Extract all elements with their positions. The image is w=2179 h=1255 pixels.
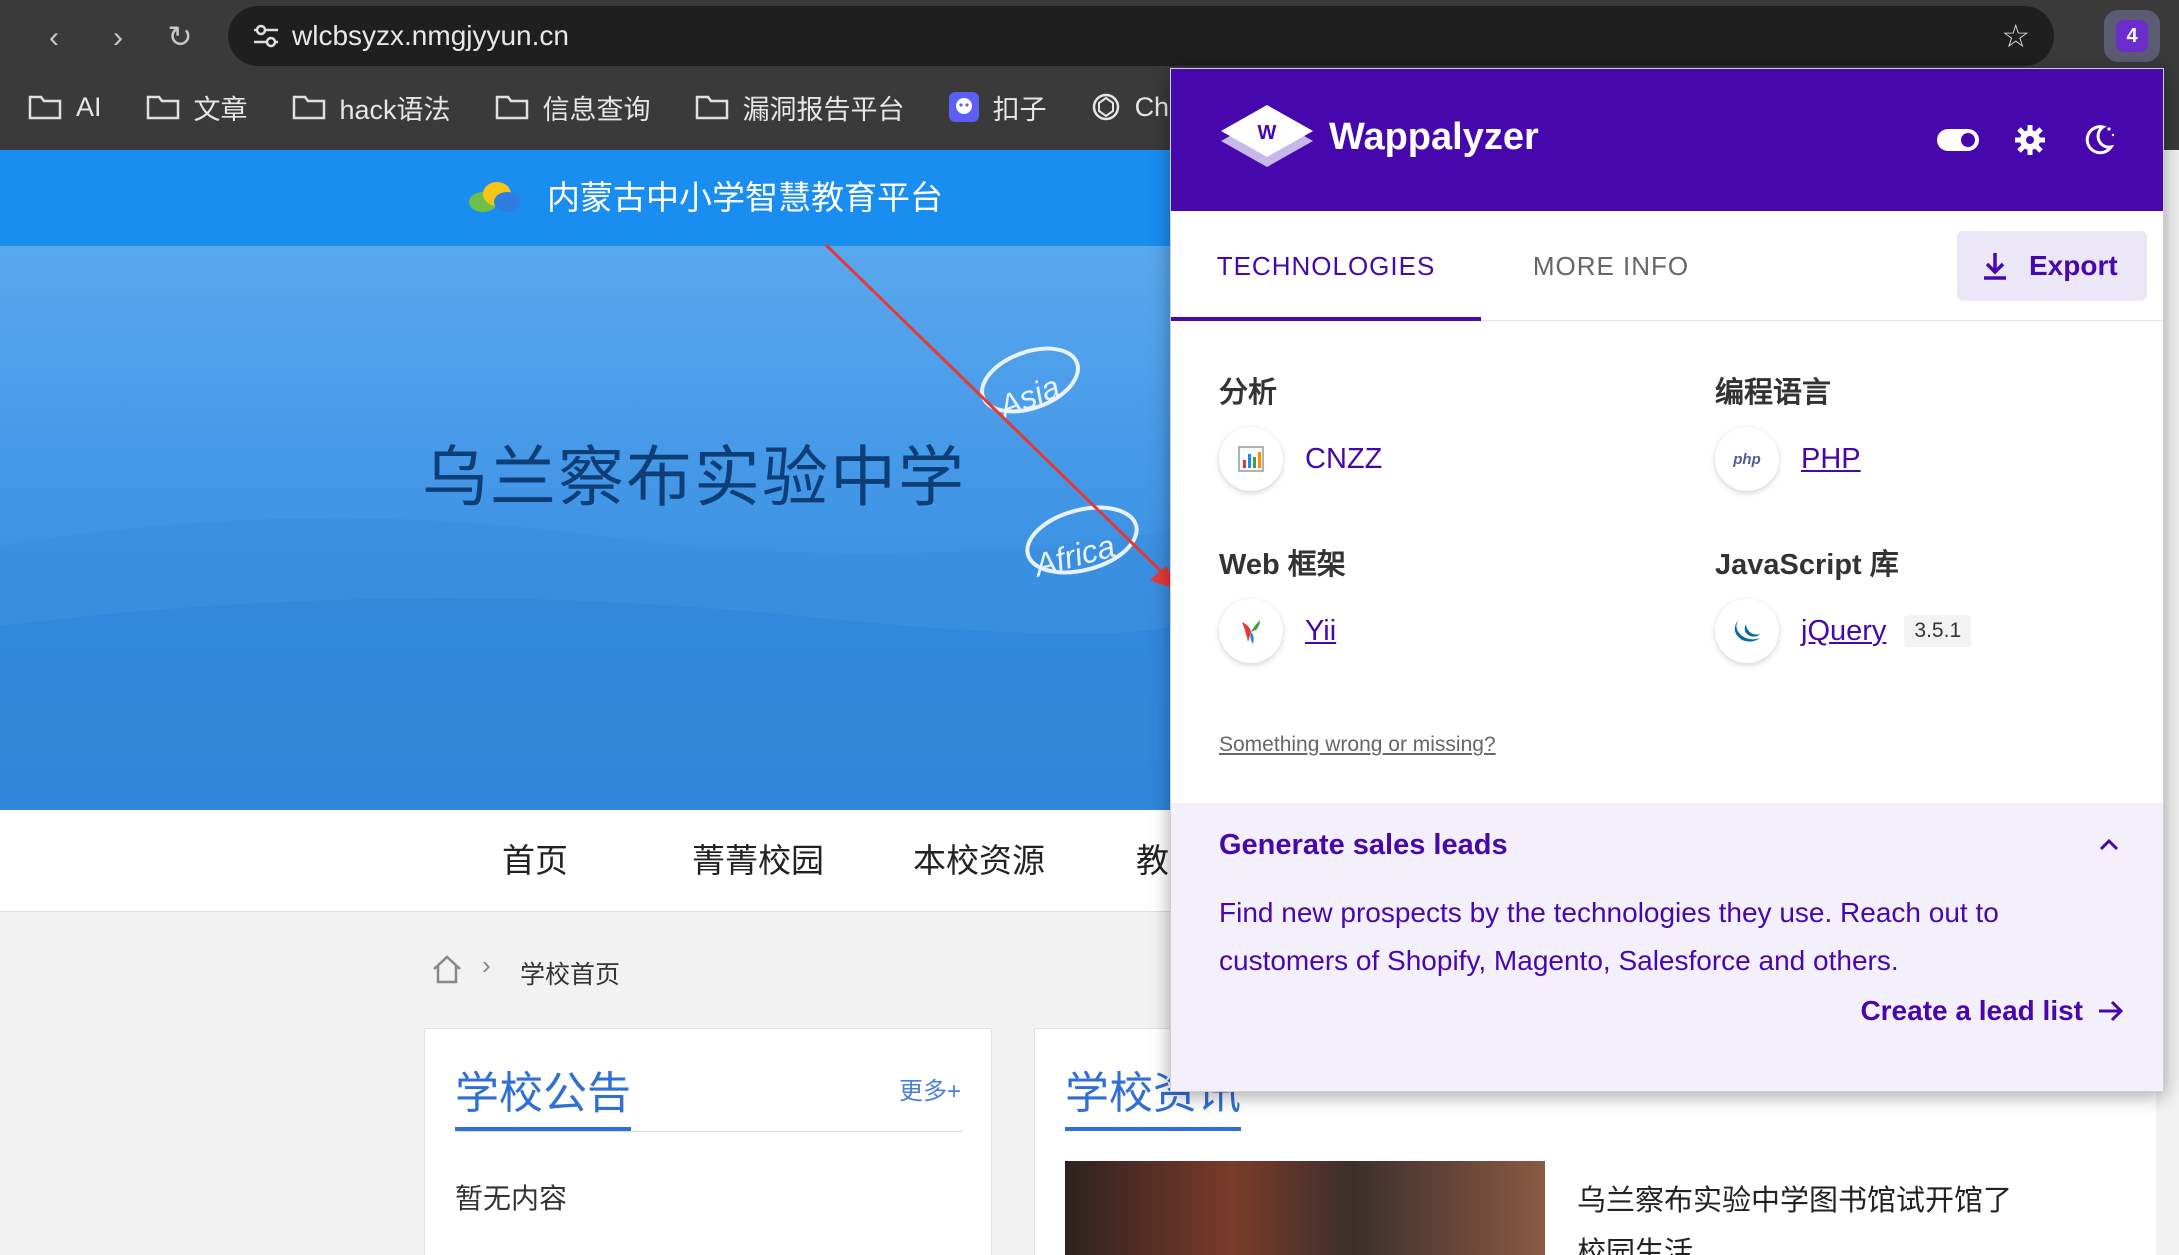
dark-mode-icon[interactable] bbox=[2081, 121, 2117, 157]
card-title-underline bbox=[455, 1127, 631, 1131]
tech-item-jquery[interactable]: jQuery 3.5.1 bbox=[1715, 599, 1972, 663]
breadcrumb-separator: › bbox=[482, 950, 491, 980]
hero-tag-asia: Asia bbox=[992, 368, 1065, 425]
wappalyzer-logo-icon: W bbox=[1221, 105, 1313, 167]
bookmark-label: 漏洞报告平台 bbox=[742, 94, 905, 125]
download-icon bbox=[1984, 253, 2006, 280]
tech-name[interactable]: Yii bbox=[1305, 615, 1336, 648]
notice-card-title: 学校公告 bbox=[455, 1069, 631, 1118]
arrow-right-icon bbox=[2099, 1000, 2124, 1022]
category-analytics: 分析 bbox=[1219, 377, 1278, 409]
cnzz-icon bbox=[1219, 427, 1283, 491]
url-text[interactable]: wlcbsyzx.nmgjyyun.cn bbox=[292, 6, 569, 66]
back-icon[interactable]: ‹ bbox=[30, 14, 78, 62]
bookmark-hack-syntax[interactable]: hack语法 bbox=[292, 88, 451, 127]
folder-icon bbox=[292, 95, 325, 120]
gear-icon[interactable] bbox=[2013, 123, 2047, 157]
school-name: 乌兰察布实验中学 bbox=[422, 440, 966, 514]
php-icon: php bbox=[1715, 427, 1779, 491]
card-title-underline bbox=[1065, 1127, 1241, 1131]
wappalyzer-brand: Wappalyzer bbox=[1329, 116, 1539, 158]
wappalyzer-tabs: TECHNOLOGIES MORE INFO Export bbox=[1171, 211, 2163, 321]
notice-more-link[interactable]: 更多+ bbox=[899, 1071, 961, 1106]
tech-name[interactable]: CNZZ bbox=[1305, 443, 1382, 476]
version-badge: 3.5.1 bbox=[1904, 615, 1972, 647]
news-photo[interactable] bbox=[1065, 1161, 1545, 1255]
tech-name[interactable]: PHP bbox=[1801, 443, 1861, 476]
nav-campus[interactable]: 菁菁校园 bbox=[692, 810, 824, 912]
news-headline[interactable]: 乌兰察布实验中学图书馆试开馆了 bbox=[1577, 1177, 2012, 1219]
reload-icon[interactable]: ↻ bbox=[156, 14, 204, 62]
tech-item-php[interactable]: php PHP bbox=[1715, 427, 1861, 491]
bookmark-articles[interactable]: 文章 bbox=[146, 88, 248, 127]
coze-icon bbox=[948, 92, 979, 122]
toggle-icon[interactable] bbox=[1937, 129, 1979, 151]
jquery-icon bbox=[1715, 599, 1779, 663]
card-divider bbox=[455, 1131, 963, 1132]
cta-label: Create a lead list bbox=[1860, 995, 2083, 1026]
category-programming-language: 编程语言 bbox=[1715, 377, 1832, 409]
bookmark-label: hack语法 bbox=[339, 94, 451, 125]
news-subline[interactable]: 校园生活 bbox=[1577, 1229, 1693, 1255]
platform-title[interactable]: 内蒙古中小学智慧教育平台 bbox=[547, 150, 943, 246]
breadcrumb[interactable]: 学校首页 bbox=[520, 955, 620, 991]
wappalyzer-header: W Wappalyzer bbox=[1171, 69, 2163, 211]
export-button[interactable]: Export bbox=[1957, 231, 2147, 301]
leads-description: Find new prospects by the technologies t… bbox=[1219, 897, 1999, 976]
tech-name[interactable]: jQuery bbox=[1801, 615, 1886, 648]
yii-icon bbox=[1219, 599, 1283, 663]
bookmarks-bar: AI 文章 hack语法 信息查询 漏洞报告平台 扣子 bbox=[0, 82, 1263, 132]
folder-icon bbox=[28, 95, 62, 120]
extension-count-badge: 4 bbox=[2116, 20, 2148, 52]
bookmark-label: 文章 bbox=[193, 94, 248, 125]
create-lead-list-button[interactable]: Create a lead list bbox=[1860, 995, 2125, 1027]
openai-icon bbox=[1092, 93, 1119, 121]
folder-icon bbox=[146, 95, 179, 120]
tech-item-cnzz[interactable]: CNZZ bbox=[1219, 427, 1382, 491]
tab-more-info[interactable]: MORE INFO bbox=[1481, 211, 1741, 321]
bookmark-ai[interactable]: AI bbox=[28, 92, 102, 123]
nav-resources[interactable]: 本校资源 bbox=[913, 810, 1045, 912]
wappalyzer-extension-button[interactable]: 4 bbox=[2104, 10, 2160, 62]
forward-icon[interactable]: › bbox=[94, 14, 142, 62]
bookmark-star-icon[interactable]: ☆ bbox=[2001, 16, 2030, 56]
leads-panel: Generate sales leads Find new prospects … bbox=[1171, 803, 2163, 1091]
report-link[interactable]: Something wrong or missing? bbox=[1219, 733, 1496, 757]
home-icon[interactable] bbox=[430, 952, 464, 986]
category-web-framework: Web 框架 bbox=[1219, 549, 1346, 581]
leads-title[interactable]: Generate sales leads bbox=[1219, 829, 1508, 862]
nav-home[interactable]: 首页 bbox=[502, 810, 568, 912]
category-javascript-library: JavaScript 库 bbox=[1715, 549, 1899, 581]
svg-text:php: php bbox=[1732, 451, 1761, 468]
folder-icon bbox=[695, 95, 728, 120]
tab-technologies[interactable]: TECHNOLOGIES bbox=[1171, 211, 1481, 321]
bookmark-info-lookup[interactable]: 信息查询 bbox=[495, 88, 651, 127]
folder-icon bbox=[495, 95, 528, 120]
platform-logo-icon bbox=[469, 182, 520, 212]
export-label: Export bbox=[2029, 250, 2118, 281]
chevron-up-icon[interactable] bbox=[2097, 833, 2121, 857]
notice-card: 学校公告 更多+ 暂无内容 bbox=[424, 1028, 992, 1255]
wappalyzer-popup: W Wappalyzer TECHNOLOGIES MORE INFO Expo… bbox=[1170, 68, 2164, 1092]
bookmark-coze[interactable]: 扣子 bbox=[948, 88, 1047, 127]
svg-text:W: W bbox=[1258, 122, 1277, 144]
address-bar[interactable]: wlcbsyzx.nmgjyyun.cn ☆ bbox=[228, 6, 2054, 66]
nav-teaching[interactable]: 教 bbox=[1136, 810, 1169, 912]
bookmark-label: AI bbox=[76, 91, 102, 122]
bookmark-label: 信息查询 bbox=[542, 94, 651, 125]
notice-empty-text: 暂无内容 bbox=[455, 1183, 568, 1214]
tech-item-yii[interactable]: Yii bbox=[1219, 599, 1336, 663]
bookmark-label: 扣子 bbox=[992, 94, 1047, 125]
bookmark-vuln-platform[interactable]: 漏洞报告平台 bbox=[695, 88, 905, 127]
site-settings-icon[interactable] bbox=[250, 20, 282, 52]
